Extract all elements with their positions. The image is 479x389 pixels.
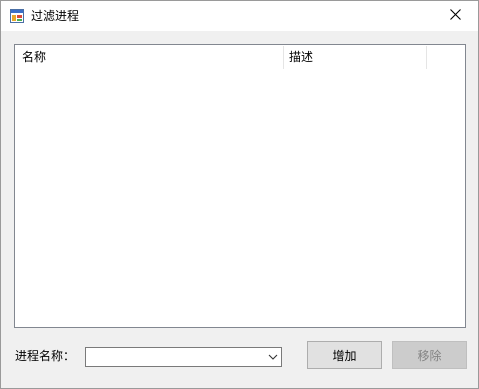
- close-button[interactable]: [432, 1, 478, 31]
- add-button[interactable]: 增加: [307, 341, 382, 369]
- process-list[interactable]: 名称 描述: [14, 44, 466, 328]
- close-icon: [449, 9, 461, 23]
- column-header-description[interactable]: 描述: [282, 45, 426, 70]
- title-bar[interactable]: 过滤进程: [1, 1, 478, 31]
- column-separator[interactable]: [426, 46, 427, 69]
- filter-process-dialog: 过滤进程 名称 描述 进程名称： 增加 移除: [0, 0, 479, 389]
- process-name-combobox[interactable]: [85, 347, 282, 367]
- list-header: 名称 描述: [15, 45, 465, 70]
- column-header-name[interactable]: 名称: [15, 45, 283, 70]
- chevron-down-icon[interactable]: [267, 351, 279, 363]
- remove-button[interactable]: 移除: [392, 341, 467, 369]
- app-window-icon: [10, 9, 24, 23]
- process-name-input[interactable]: [88, 349, 258, 363]
- process-name-label: 进程名称：: [15, 349, 76, 363]
- window-title: 过滤进程: [31, 9, 80, 23]
